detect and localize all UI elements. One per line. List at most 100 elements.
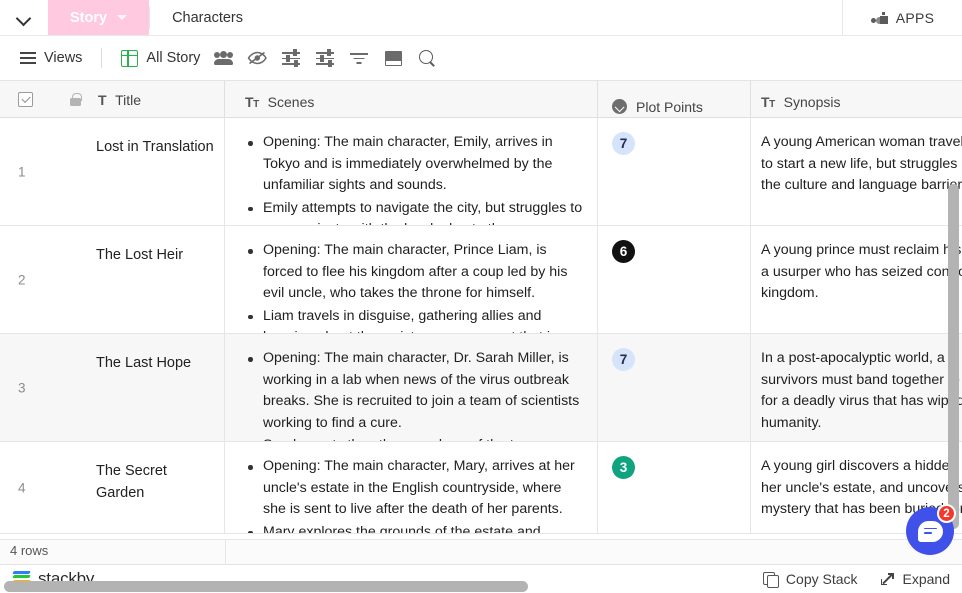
long-text-icon: TT bbox=[245, 93, 259, 110]
table-row[interactable]: 2 The Lost Heir Opening: The main characte… bbox=[0, 226, 962, 334]
stackby-grid-app: Story Characters APPS Views All Story T … bbox=[0, 0, 962, 593]
tab-characters[interactable]: Characters bbox=[150, 0, 265, 35]
synopsis-line: for a deadly virus that has wiped bbox=[761, 393, 962, 409]
column-header-plot-points[interactable]: Plot Points bbox=[598, 81, 751, 118]
table-row[interactable]: 1 Lost in Translation Opening: The main ch… bbox=[0, 118, 962, 226]
scene-bullet: Emily attempts to navigate the city, but… bbox=[245, 198, 585, 225]
row-number: 1 bbox=[18, 164, 26, 179]
caret-down-icon[interactable] bbox=[117, 15, 128, 20]
table-row[interactable]: 4 The Secret Garden Opening: The main char… bbox=[0, 442, 962, 534]
scene-bullet: Opening: The main character, Dr. Sarah M… bbox=[245, 348, 585, 434]
search-button[interactable] bbox=[410, 43, 444, 73]
column-header-plot-points-label: Plot Points bbox=[636, 98, 703, 115]
plot-points-badge: 6 bbox=[612, 240, 635, 263]
scene-bullet: Opening: The main character, Emily, arri… bbox=[245, 132, 585, 197]
strip-divider bbox=[225, 540, 226, 564]
apps-icon bbox=[870, 11, 888, 25]
horizontal-scrollbar-track bbox=[0, 579, 962, 593]
chat-widget-button[interactable]: 2 bbox=[906, 504, 956, 555]
search-icon bbox=[418, 49, 436, 67]
filter-button[interactable] bbox=[342, 43, 376, 73]
group-button[interactable] bbox=[274, 43, 308, 73]
row-title-text: Lost in Translation bbox=[96, 139, 214, 155]
column-header-scenes-label: Scenes bbox=[267, 93, 315, 110]
scenes-list: Opening: The main character, Emily, arri… bbox=[245, 132, 585, 225]
plot-points-badge: 7 bbox=[612, 348, 635, 371]
column-header-synopsis-label: Synopsis bbox=[783, 93, 841, 110]
synopsis-line: humanity. bbox=[761, 414, 822, 431]
cell-synopsis[interactable]: A young prince must reclaim his a usurper… bbox=[751, 226, 962, 333]
synopsis-line: survivors must band together to bbox=[761, 371, 960, 388]
group-icon bbox=[282, 49, 301, 67]
scenes-list: Opening: The main character, Prince Liam… bbox=[245, 240, 585, 333]
synopsis-line: her uncle's estate, and uncovers bbox=[761, 479, 962, 496]
lock-icon bbox=[70, 93, 82, 106]
cell-synopsis[interactable]: A young American woman travels to start a… bbox=[751, 118, 962, 225]
cell-scenes[interactable]: Opening: The main character, Prince Liam… bbox=[225, 226, 598, 333]
plot-points-badge: 7 bbox=[612, 132, 635, 155]
synopsis-line: A young American woman travels bbox=[761, 134, 962, 150]
row-title-text: The Secret Garden bbox=[96, 463, 167, 501]
cell-title[interactable]: 2 The Lost Heir bbox=[0, 226, 225, 333]
collaborators-icon bbox=[213, 50, 233, 65]
synopsis-line: the culture and language barriers bbox=[761, 177, 962, 193]
cell-title[interactable]: 1 Lost in Translation bbox=[0, 118, 225, 225]
row-title-text: The Last Hope bbox=[96, 355, 192, 371]
synopsis-line: kingdom. bbox=[761, 285, 819, 301]
cell-synopsis[interactable]: In a post-apocalyptic world, a s survivor… bbox=[751, 334, 962, 441]
cell-scenes[interactable]: Opening: The main character, Dr. Sarah M… bbox=[225, 334, 598, 441]
column-header-title[interactable]: T Title bbox=[0, 81, 225, 118]
collaborators-button[interactable] bbox=[206, 43, 240, 73]
current-view-button[interactable]: All Story bbox=[115, 43, 206, 73]
cell-plot-points[interactable]: 7 bbox=[598, 334, 751, 441]
long-text-icon: TT bbox=[761, 93, 775, 110]
views-button[interactable]: Views bbox=[14, 43, 88, 73]
row-count-label: 4 rows bbox=[10, 543, 49, 558]
row-number: 2 bbox=[18, 272, 26, 287]
column-header-scenes[interactable]: TT Scenes bbox=[225, 81, 598, 118]
sort-button[interactable] bbox=[308, 43, 342, 73]
cell-plot-points[interactable]: 3 bbox=[598, 442, 751, 533]
synopsis-line: A young girl discovers a hidden bbox=[761, 458, 958, 474]
synopsis-line: a usurper who has seized control bbox=[761, 263, 962, 280]
toolbar-divider bbox=[101, 48, 103, 68]
row-title-text: The Lost Heir bbox=[96, 247, 184, 263]
cell-title[interactable]: 3 The Last Hope bbox=[0, 334, 225, 441]
single-select-icon bbox=[612, 99, 627, 114]
scene-bullet: Sarah meets the other members of the tea… bbox=[245, 435, 585, 441]
hide-fields-icon bbox=[247, 51, 268, 65]
single-line-text-icon: T bbox=[98, 91, 107, 108]
synopsis-line: A young prince must reclaim his bbox=[761, 242, 962, 258]
tab-story[interactable]: Story bbox=[48, 0, 150, 35]
sort-icon bbox=[316, 49, 335, 67]
cell-scenes[interactable]: Opening: The main character, Mary, arriv… bbox=[225, 442, 598, 533]
collapse-tables-button[interactable] bbox=[0, 0, 48, 35]
cell-scenes[interactable]: Opening: The main character, Emily, arri… bbox=[225, 118, 598, 225]
horizontal-scrollbar[interactable] bbox=[4, 581, 528, 592]
plot-points-badge: 3 bbox=[612, 456, 635, 479]
synopsis-line: In a post-apocalyptic world, a s bbox=[761, 350, 956, 366]
column-header-title-label: Title bbox=[115, 91, 141, 108]
data-grid: T Title TT Scenes Plot Points TT Synopsi… bbox=[0, 81, 962, 539]
table-row[interactable]: 3 The Last Hope Opening: The main characte… bbox=[0, 334, 962, 442]
current-view-label: All Story bbox=[146, 50, 201, 66]
column-header-synopsis[interactable]: TT Synopsis bbox=[751, 81, 962, 118]
apps-label: APPS bbox=[895, 10, 935, 26]
chat-unread-badge: 2 bbox=[937, 504, 956, 523]
cell-title[interactable]: 4 The Secret Garden bbox=[0, 442, 225, 533]
cell-plot-points[interactable]: 7 bbox=[598, 118, 751, 225]
row-height-button[interactable] bbox=[376, 43, 410, 73]
select-all-checkbox[interactable] bbox=[18, 92, 33, 107]
apps-button[interactable]: APPS bbox=[842, 0, 962, 36]
scenes-list: Opening: The main character, Mary, arriv… bbox=[245, 456, 585, 533]
table-tab-bar: Story Characters APPS bbox=[0, 0, 962, 36]
vertical-scrollbar[interactable] bbox=[948, 184, 959, 529]
view-toolbar: Views All Story bbox=[0, 36, 962, 81]
synopsis-line: to start a new life, but struggles bbox=[761, 155, 958, 172]
chevron-down-icon bbox=[17, 13, 31, 22]
cell-plot-points[interactable]: 6 bbox=[598, 226, 751, 333]
row-number: 3 bbox=[18, 380, 26, 395]
row-number: 4 bbox=[18, 480, 26, 495]
scene-bullet: Mary explores the grounds of the estate … bbox=[245, 522, 585, 533]
hide-fields-button[interactable] bbox=[240, 43, 274, 73]
